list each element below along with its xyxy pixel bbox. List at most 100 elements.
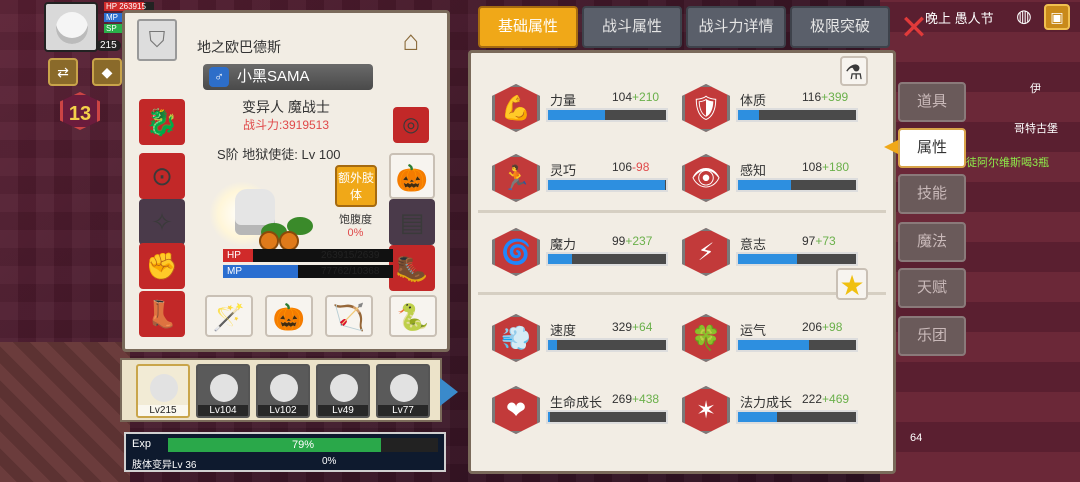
- swap-icon[interactable]: ⇄: [48, 58, 78, 86]
- attr-luck: 🍀 运气 206+98: [682, 312, 862, 364]
- menu-magic[interactable]: 魔法: [898, 222, 966, 262]
- menu-band[interactable]: 乐团: [898, 316, 966, 356]
- attr-bar: [546, 338, 668, 352]
- attr-magic: 🌀 魔力 99+237: [492, 226, 672, 278]
- party-member-5[interactable]: Lv77: [376, 364, 430, 418]
- chat-message: 徒阿尔维斯喝3瓶: [966, 157, 1050, 169]
- party-level: Lv102: [258, 405, 308, 416]
- tab-combat-attributes[interactable]: 战斗属性: [582, 6, 682, 48]
- town-name: 哥特古堡: [1014, 123, 1058, 135]
- attr-label: 体质: [740, 93, 767, 108]
- attr-label: 生命成长: [550, 395, 603, 410]
- pumpkin-pet-icon[interactable]: 🎃: [265, 295, 313, 337]
- ring-icon[interactable]: ◎: [393, 107, 429, 143]
- swirl-icon: 🌀: [492, 228, 540, 276]
- amulet-icon[interactable]: ⊙: [139, 153, 185, 199]
- attr-bar-fill: [548, 412, 551, 422]
- attr-value: 99+237: [612, 234, 652, 248]
- npc-label: 伊: [1030, 83, 1041, 95]
- attr-strength: 💪 力量 104+210: [492, 82, 672, 134]
- wardrobe-hanger-icon[interactable]: ⌂: [389, 25, 433, 59]
- divider: [478, 292, 886, 295]
- bow-weapon-icon[interactable]: 🏹: [325, 295, 373, 337]
- party-avatar: [270, 374, 298, 402]
- attr-label: 速度: [550, 323, 577, 338]
- attr-bar: [546, 178, 668, 192]
- player-avatar[interactable]: [44, 2, 98, 52]
- attr-bar-fill: [738, 340, 809, 350]
- serpent-ring-icon[interactable]: 🐍: [389, 295, 437, 337]
- divider: [478, 210, 886, 213]
- attr-value: 108+180: [802, 160, 849, 174]
- party-member-2[interactable]: Lv104: [196, 364, 250, 418]
- attr-bonus: +73: [815, 234, 836, 248]
- menu-items[interactable]: 道具: [898, 82, 966, 122]
- party-member-3[interactable]: Lv102: [256, 364, 310, 418]
- dragon-helmet-icon[interactable]: 🐉: [139, 99, 185, 145]
- rank-level: S阶 地狱使徒: Lv 100: [217, 147, 341, 162]
- attr-bar-fill: [738, 254, 797, 264]
- attr-base: 108: [802, 160, 823, 174]
- attr-label: 灵巧: [550, 163, 577, 178]
- pumpkin-icon[interactable]: 🎃: [389, 153, 435, 199]
- counter-label: 64: [910, 432, 923, 444]
- gauntlet-icon[interactable]: ✊: [139, 243, 185, 289]
- male-icon: ♂: [209, 67, 229, 87]
- attr-bar-fill: [548, 180, 665, 190]
- hp-bar: HP 263915/2639: [223, 249, 393, 262]
- attr-base: 222: [802, 392, 823, 406]
- attr-bar: [546, 108, 668, 122]
- menu-talents[interactable]: 天赋: [898, 268, 966, 308]
- party-level: Lv215: [138, 405, 188, 416]
- mana-growth-icon: ✶: [682, 386, 730, 434]
- attr-label: 感知: [740, 163, 767, 178]
- attr-base: 329: [612, 320, 633, 334]
- party-avatar: [150, 374, 178, 402]
- attr-bar-fill: [738, 110, 760, 120]
- attr-perception: 👁 感知 108+180: [682, 152, 862, 204]
- attr-base: 269: [612, 392, 633, 406]
- party-member-4[interactable]: Lv49: [316, 364, 370, 418]
- menu-attributes[interactable]: 属性: [898, 128, 966, 168]
- tab-basic-attributes[interactable]: 基础属性: [478, 6, 578, 48]
- menu-skills[interactable]: 技能: [898, 174, 966, 214]
- attr-will: ⚡ 意志 97+73: [682, 226, 862, 278]
- wing-armor-icon[interactable]: ✧: [139, 199, 185, 245]
- exp-box: Exp 79% 肢体变异Lv 36 0%: [124, 432, 446, 472]
- greaves-icon[interactable]: 🥾: [389, 245, 435, 291]
- exp-label: Exp: [132, 438, 151, 450]
- attr-bonus: +399: [821, 90, 849, 104]
- tab-limit-break[interactable]: 极限突破: [790, 6, 890, 48]
- attr-label: 力量: [550, 93, 577, 108]
- exp-bar: 79%: [168, 438, 438, 452]
- attr-mana-growth: ✶ 法力成长 222+469: [682, 384, 862, 436]
- tab-power-details[interactable]: 战斗力详情: [686, 6, 786, 48]
- party-bar: Lv215 Lv104 Lv102 Lv49 Lv77: [120, 358, 442, 422]
- diamond-icon[interactable]: ◆: [92, 58, 122, 86]
- globe-icon[interactable]: ◍: [1012, 4, 1036, 28]
- attr-bar-fill: [548, 254, 572, 264]
- chest-armor-icon[interactable]: ▤: [389, 199, 435, 245]
- torso-icon: 🛡: [682, 84, 730, 132]
- party-member-1[interactable]: Lv215: [136, 364, 190, 418]
- pumpkin-decoration: [259, 231, 279, 251]
- attr-base: 104: [612, 90, 633, 104]
- boots-icon[interactable]: 👢: [139, 291, 185, 337]
- extra-limb-button[interactable]: 额外肢体: [335, 165, 377, 207]
- staff-weapon-icon[interactable]: 🪄: [205, 295, 253, 337]
- attr-bonus: +237: [625, 234, 653, 248]
- satiety-value: 0%: [347, 227, 364, 239]
- party-level: Lv77: [378, 405, 428, 416]
- attr-bonus: +469: [822, 392, 850, 406]
- satiety-label: 饱腹度: [339, 214, 372, 226]
- party-level: Lv104: [198, 405, 248, 416]
- character-name-banner[interactable]: ♂ 小黑SAMA: [203, 64, 373, 90]
- attr-life-growth: ❤ 生命成长 269+438: [492, 384, 672, 436]
- attr-value: 97+73: [802, 234, 836, 248]
- attr-bar-fill: [738, 412, 777, 422]
- mp-value: 77762/10368: [321, 266, 380, 277]
- attr-speed: 💨 速度 329+64: [492, 312, 672, 364]
- attr-base: 97: [802, 234, 816, 248]
- menu-icon[interactable]: ▣: [1044, 4, 1070, 30]
- party-avatar: [330, 374, 358, 402]
